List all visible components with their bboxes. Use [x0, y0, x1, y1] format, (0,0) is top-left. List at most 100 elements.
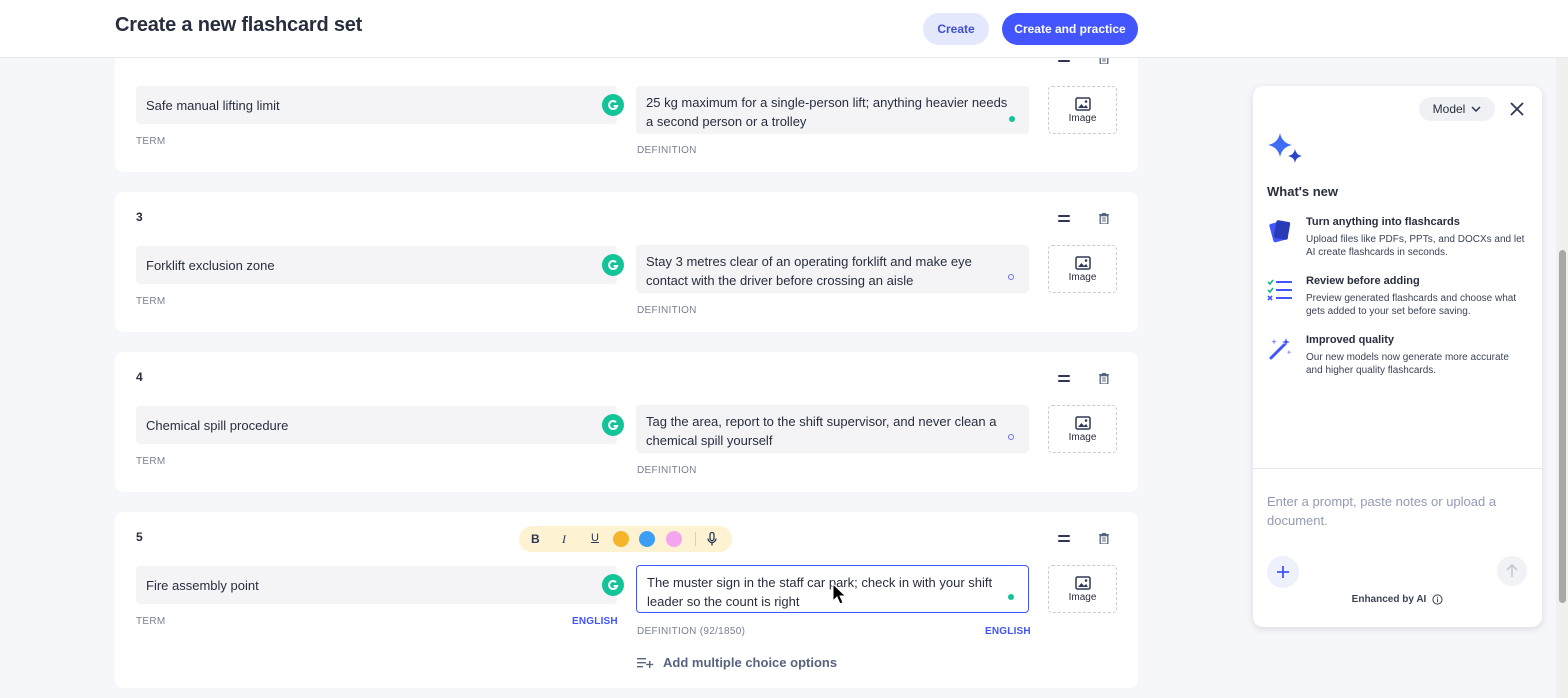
drag-handle-icon[interactable]	[1058, 215, 1070, 223]
definition-text: 25 kg maximum for a single-person lift; …	[646, 95, 1008, 129]
status-dot	[1008, 594, 1014, 600]
toolbar-divider	[695, 532, 696, 546]
chevron-down-icon	[1471, 106, 1481, 112]
definition-text: Tag the area, report to the shift superv…	[646, 414, 997, 448]
trash-icon[interactable]	[1099, 373, 1109, 384]
top-bar: Create a new flashcard set Create Create…	[0, 0, 1568, 58]
term-label: TERM	[136, 296, 166, 307]
flashcard-2: Safe manual lifting limit TERM 25 kg max…	[115, 40, 1138, 172]
add-image-button[interactable]: Image	[1048, 86, 1117, 134]
color-yellow-button[interactable]	[613, 531, 629, 547]
term-text: Forklift exclusion zone	[146, 258, 275, 273]
grammarly-icon[interactable]	[602, 574, 624, 596]
feature-desc: Preview generated flashcards and choose …	[1306, 293, 1517, 317]
add-multiple-choice-label: Add multiple choice options	[663, 655, 838, 670]
status-ring	[1008, 274, 1014, 280]
feature-title: Review before adding	[1306, 275, 1420, 287]
add-image-button[interactable]: Image	[1048, 565, 1117, 613]
definition-input[interactable]: 25 kg maximum for a single-person lift; …	[636, 86, 1029, 134]
definition-label: DEFINITION	[637, 145, 697, 156]
color-blue-button[interactable]	[639, 531, 655, 547]
card-number: 5	[136, 530, 143, 544]
image-label: Image	[1068, 112, 1097, 124]
create-and-practice-button[interactable]: Create and practice	[1002, 13, 1138, 45]
send-button[interactable]	[1497, 556, 1527, 586]
term-input[interactable]: Forklift exclusion zone	[136, 246, 624, 284]
term-label: TERM	[136, 136, 166, 147]
prompt-input[interactable]: Enter a prompt, paste notes or upload a …	[1267, 492, 1527, 530]
info-icon[interactable]	[1432, 594, 1443, 605]
bold-button[interactable]: B	[531, 532, 540, 546]
term-input[interactable]: Safe manual lifting limit	[136, 86, 624, 124]
term-language-link[interactable]: ENGLISH	[572, 616, 618, 627]
term-input[interactable]: Chemical spill procedure	[136, 406, 624, 444]
image-label: Image	[1068, 591, 1097, 603]
definition-label: DEFINITION	[637, 305, 697, 316]
sparkle-icon	[1268, 133, 1302, 163]
definition-input[interactable]: Stay 3 metres clear of an operating fork…	[636, 245, 1029, 293]
create-button[interactable]: Create	[923, 13, 989, 45]
grammarly-icon[interactable]	[602, 414, 624, 436]
page-title: Create a new flashcard set	[115, 14, 363, 36]
flashcard-4: 4 Chemical spill procedure TERM Tag the …	[115, 352, 1138, 492]
checklist-icon	[1267, 279, 1292, 301]
definition-label: DEFINITION (92/1850)	[637, 626, 746, 637]
whats-new-heading: What's new	[1267, 184, 1338, 199]
term-label: TERM	[136, 616, 166, 627]
flashcard-3: 3 Forklift exclusion zone TERM Stay 3 me…	[115, 192, 1138, 332]
enhanced-by-ai: Enhanced by AI	[1253, 594, 1542, 605]
grammarly-icon[interactable]	[602, 94, 624, 116]
italic-button[interactable]: I	[562, 532, 566, 547]
color-pink-button[interactable]	[666, 531, 682, 547]
scrollbar-thumb[interactable]	[1559, 250, 1566, 603]
term-input[interactable]: Fire assembly point	[136, 566, 624, 604]
definition-input[interactable]: Tag the area, report to the shift superv…	[636, 405, 1029, 453]
microphone-icon[interactable]	[707, 532, 717, 546]
enhanced-label: Enhanced by AI	[1351, 594, 1427, 605]
status-ring	[1008, 434, 1014, 440]
model-label: Model	[1432, 102, 1466, 116]
add-image-button[interactable]: Image	[1048, 405, 1117, 453]
ai-panel: Model What's new Turn anything into flas…	[1253, 86, 1542, 627]
image-label: Image	[1068, 431, 1097, 443]
drag-handle-icon[interactable]	[1058, 535, 1070, 543]
feature-title: Turn anything into flashcards	[1306, 216, 1460, 228]
feature-desc: Upload files like PDFs, PPTs, and DOCXs …	[1306, 234, 1525, 258]
plus-icon	[1277, 566, 1289, 578]
term-text: Fire assembly point	[146, 578, 259, 593]
status-dot	[1009, 116, 1015, 122]
add-attachment-button[interactable]	[1267, 556, 1299, 588]
document-upload-icon	[1269, 220, 1291, 243]
definition-language-link[interactable]: ENGLISH	[985, 626, 1031, 637]
term-text: Chemical spill procedure	[146, 418, 289, 433]
trash-icon[interactable]	[1099, 533, 1109, 544]
image-icon	[1074, 255, 1091, 270]
drag-handle-icon[interactable]	[1058, 375, 1070, 383]
underline-button[interactable]: U	[591, 532, 599, 544]
add-image-button[interactable]: Image	[1048, 245, 1117, 293]
grammarly-icon[interactable]	[602, 254, 624, 276]
definition-label: DEFINITION	[637, 465, 697, 476]
image-icon	[1074, 575, 1091, 590]
image-icon	[1074, 415, 1091, 430]
magic-wand-icon	[1269, 338, 1292, 360]
close-icon[interactable]	[1509, 101, 1525, 117]
feature-desc: Our new models now generate more accurat…	[1306, 352, 1509, 376]
flashcard-5: 5 B I U Fire assembly point TERM ENGLISH…	[115, 512, 1138, 688]
image-label: Image	[1068, 271, 1097, 283]
arrow-up-icon	[1506, 564, 1518, 577]
card-number: 4	[136, 370, 143, 384]
definition-text: Stay 3 metres clear of an operating fork…	[646, 254, 972, 288]
format-toolbar: B I U	[519, 526, 732, 552]
mouse-cursor-icon	[832, 583, 846, 605]
term-label: TERM	[136, 456, 166, 467]
feature-title: Improved quality	[1306, 334, 1395, 346]
prompt-composer: Enter a prompt, paste notes or upload a …	[1253, 468, 1542, 627]
add-multiple-choice-button[interactable]: Add multiple choice options	[637, 655, 837, 670]
trash-icon[interactable]	[1099, 213, 1109, 224]
model-dropdown[interactable]: Model	[1419, 97, 1495, 121]
image-icon	[1074, 96, 1091, 111]
card-number: 3	[136, 210, 143, 224]
list-add-icon	[637, 657, 654, 668]
term-text: Safe manual lifting limit	[146, 98, 280, 113]
